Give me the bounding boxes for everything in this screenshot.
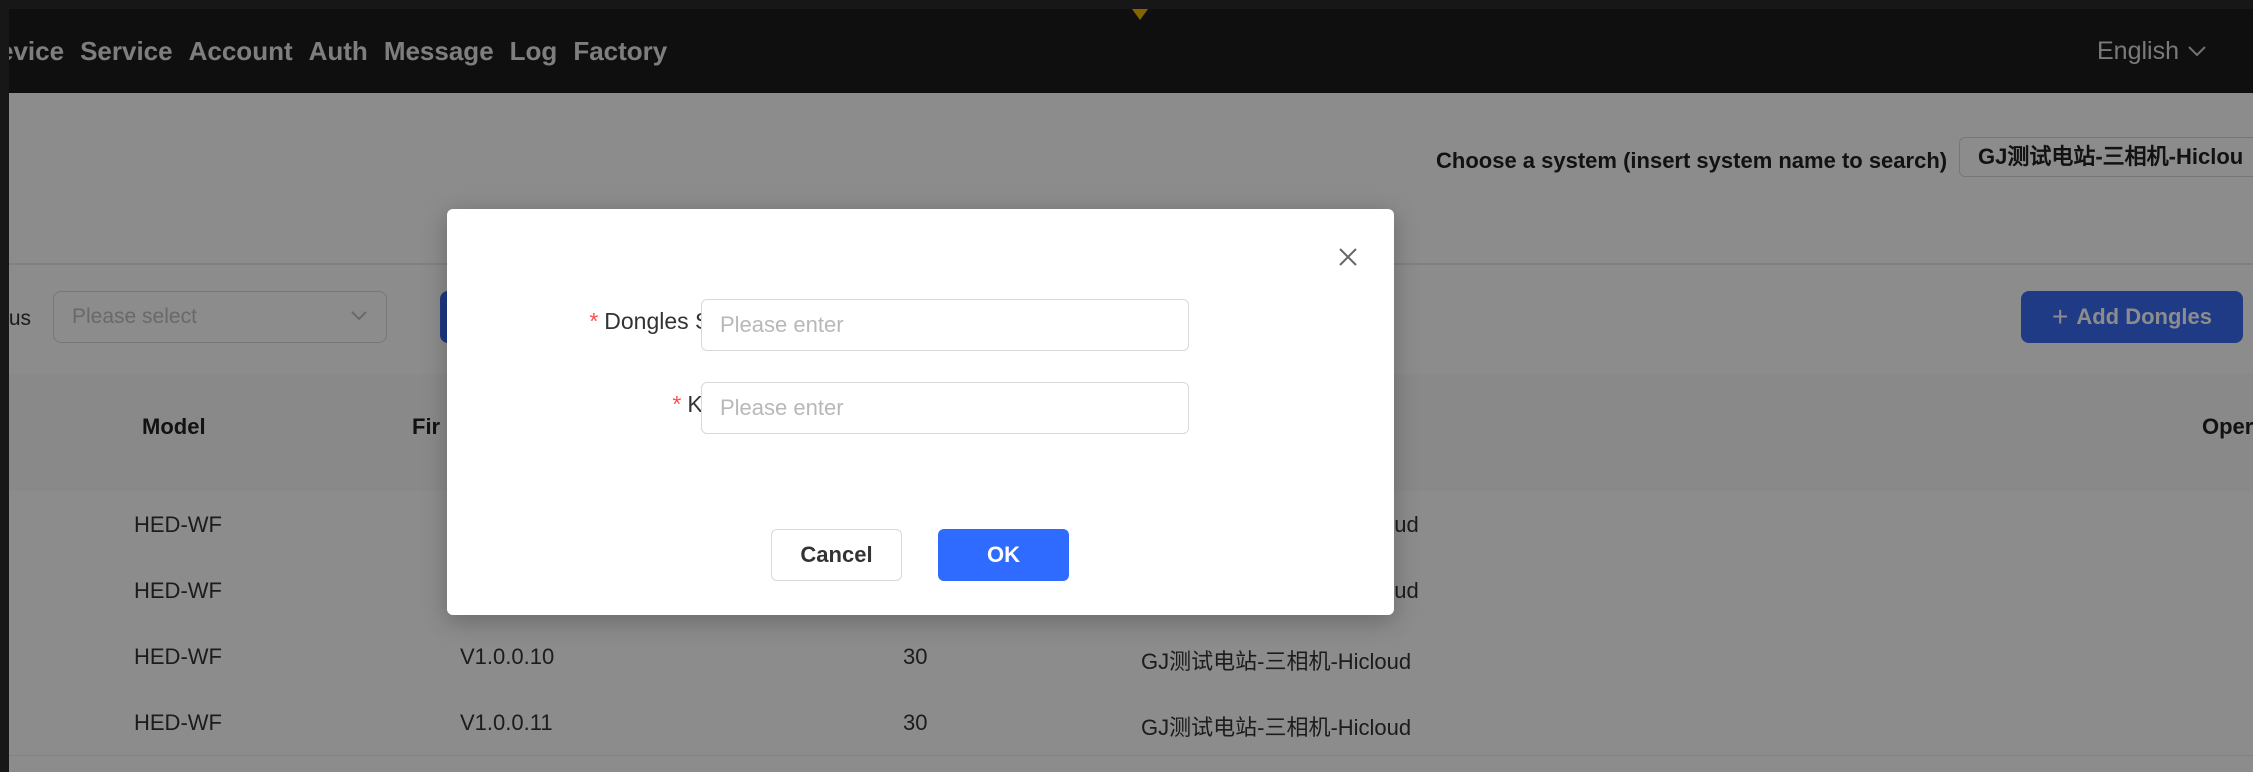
add-dongles-dialog: *Dongles SN *Key Cancel OK <box>447 209 1394 615</box>
key-input[interactable] <box>701 382 1189 434</box>
ok-button[interactable]: OK <box>938 529 1069 581</box>
cancel-button[interactable]: Cancel <box>771 529 902 581</box>
close-icon[interactable] <box>1336 245 1360 269</box>
dongles-sn-input[interactable] <box>701 299 1189 351</box>
required-mark: * <box>589 308 599 334</box>
required-mark: * <box>672 391 682 417</box>
